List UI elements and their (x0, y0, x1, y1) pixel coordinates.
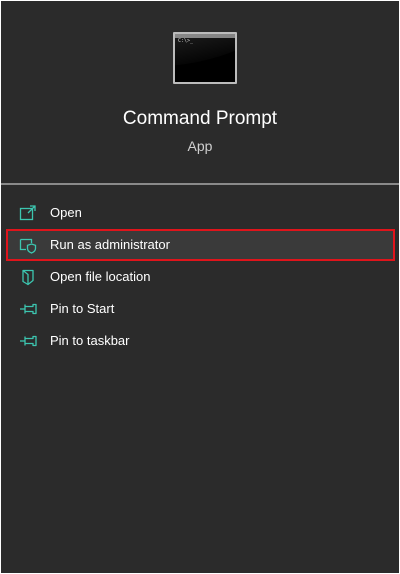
menu-item-label: Pin to Start (50, 301, 115, 316)
menu-item-open-file-location[interactable]: Open file location (6, 261, 395, 293)
pin-icon (18, 331, 38, 351)
menu-item-pin-to-taskbar[interactable]: Pin to taskbar (6, 325, 395, 357)
open-icon (18, 203, 38, 223)
menu-item-label: Pin to taskbar (50, 333, 130, 348)
app-kind-label: App (187, 138, 213, 154)
prompt-glyph: C:\>_ (178, 38, 194, 44)
app-title: Command Prompt (122, 108, 278, 129)
menu-item-run-as-administrator[interactable]: Run as administrator (6, 229, 395, 261)
folder-icon (18, 267, 38, 287)
start-jumplist-panel: C:\>_ Command Prompt App Open Run as adm… (1, 1, 399, 573)
shield-icon (18, 235, 38, 255)
menu-item-pin-to-start[interactable]: Pin to Start (6, 293, 395, 325)
menu-item-label: Open file location (50, 269, 151, 284)
menu-item-label: Run as administrator (50, 237, 170, 252)
divider (1, 183, 399, 185)
menu-item-label: Open (50, 205, 82, 220)
pin-icon (18, 299, 38, 319)
menu-item-open[interactable]: Open (6, 197, 395, 229)
command-prompt-icon: C:\>_ (173, 32, 237, 84)
